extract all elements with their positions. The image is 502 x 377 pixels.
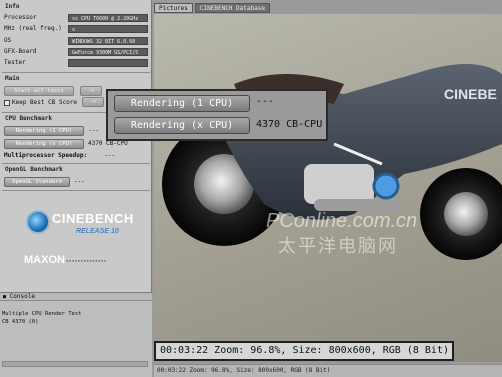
tester-field[interactable] xyxy=(68,58,148,67)
info-group: Info xyxy=(2,2,150,11)
divider xyxy=(2,190,150,191)
picture-tabs: Pictures CINEBENCH Database xyxy=(154,3,270,13)
maxon-tagline-graphic: ▪▪▪▪▪▪▪▪▪▪▪▪▪▪ xyxy=(66,258,107,263)
render-single-cpu-button[interactable]: Rendering (1 CPU) xyxy=(4,126,84,136)
speedup-label: Multiprocessor Speedup: xyxy=(4,152,88,159)
console-line: Multiple CPU Render Test xyxy=(2,311,82,317)
watermark-cn: 太平洋电脑网 xyxy=(278,236,398,256)
status-callout: 00:03:22 Zoom: 96.8%, Size: 800x600, RGB… xyxy=(154,341,454,361)
cinebench-wordmark: CINEBENCH xyxy=(52,211,134,226)
main-title: Main xyxy=(5,75,20,82)
cpu-results-callout: Rendering (1 CPU) --- Rendering (x CPU) … xyxy=(106,89,328,141)
render-multi-cpu-callout-button[interactable]: Rendering (x CPU) xyxy=(114,117,250,134)
bike-brand-decal: CINEBE xyxy=(444,86,497,102)
processor-label: Processor xyxy=(4,14,37,21)
main-group: Main xyxy=(2,74,150,83)
cinebench-logo-icon xyxy=(26,210,50,234)
speedup-value: --- xyxy=(104,152,115,159)
console-header[interactable]: ■ Console xyxy=(0,292,152,301)
blue-light xyxy=(372,172,400,200)
divider xyxy=(2,72,150,73)
render-multi-cpu-button[interactable]: Rendering (x CPU) xyxy=(4,139,84,149)
os-label: OS xyxy=(4,37,12,44)
console-scrollbar[interactable] xyxy=(2,361,148,367)
engine-block xyxy=(304,164,374,204)
info-title: Info xyxy=(5,3,20,10)
opengl-group: OpenGL Benchmark xyxy=(2,165,150,174)
tab-cinebench-database[interactable]: CINEBENCH Database xyxy=(194,3,270,13)
settings-panel: Info Processor ss CPU T6600 @ 2.20GHz MH… xyxy=(0,0,152,377)
render-single-cpu-callout-button[interactable]: Rendering (1 CPU) xyxy=(114,95,250,112)
gfx-field[interactable]: GeForce 9300M GS/PCI/S xyxy=(68,47,148,56)
tab-pictures[interactable]: Pictures xyxy=(154,3,193,13)
status-bar: 00:03:22 Zoom: 96.8%, Size: 800x600, RGB… xyxy=(154,364,502,377)
mhz-label: MHz (real freq.) xyxy=(4,25,62,32)
tester-label: Tester xyxy=(4,59,26,66)
cinebench-logo: CINEBENCH RELEASE 10 MAXON ▪▪▪▪▪▪▪▪▪▪▪▪▪… xyxy=(18,206,148,286)
single-cpu-callout-score: --- xyxy=(256,96,275,107)
keep-best-row: Keep Best CB Score xyxy=(4,98,77,107)
render-viewport[interactable]: CINEBE PConline.com.cn 太平洋电脑网 xyxy=(154,14,502,362)
console-line: CB 4370 (0) xyxy=(2,319,39,325)
gfx-label: GFX-Board xyxy=(4,48,37,55)
opengl-score: --- xyxy=(74,178,85,185)
divider xyxy=(2,163,150,164)
keep-best-label: Keep Best CB Score xyxy=(12,99,78,106)
multi-cpu-score: 4370 CB-CPU xyxy=(88,140,128,147)
mhz-field[interactable]: x xyxy=(68,24,148,33)
front-hub xyxy=(444,192,488,236)
opengl-standard-button[interactable]: OpenGL Standard xyxy=(4,177,70,187)
watermark-site: PConline.com.cn xyxy=(266,210,418,232)
keep-best-arrow-button[interactable]: -> xyxy=(82,97,104,107)
console-title: Console xyxy=(9,293,35,300)
release-label: RELEASE 10 xyxy=(76,228,119,235)
processor-field[interactable]: ss CPU T6600 @ 2.20GHz xyxy=(68,13,148,22)
start-all-arrow-button[interactable]: -> xyxy=(80,86,102,96)
maxon-logo: MAXON xyxy=(24,254,65,266)
multi-cpu-callout-score: 4370 CB-CPU xyxy=(256,119,323,130)
motorcycle-render xyxy=(162,64,502,260)
os-field[interactable]: WINDOWS 32 BIT 6.0.60 xyxy=(68,36,148,45)
single-cpu-score: --- xyxy=(88,127,99,134)
start-all-button[interactable]: Start all tests xyxy=(4,86,74,96)
opengl-title: OpenGL Benchmark xyxy=(5,166,63,173)
keep-best-checkbox[interactable] xyxy=(4,99,10,106)
collapse-icon[interactable]: ■ xyxy=(3,294,6,300)
